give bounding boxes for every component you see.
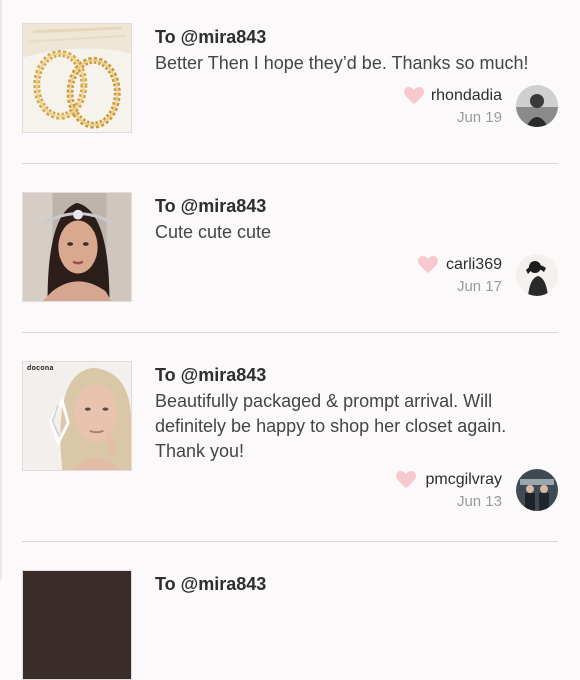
review-date: Jun 13: [456, 493, 502, 510]
review-comment: Cute cute cute: [155, 222, 272, 242]
review-date: Jun 19: [456, 109, 502, 126]
review-comment: Better Then I hope they’d be. Thanks so …: [155, 53, 529, 73]
heart-icon[interactable]: [396, 471, 416, 489]
listing-thumbnail[interactable]: docona: [22, 361, 132, 471]
reviewer-info: carli369 Jun 17: [298, 254, 558, 298]
reviewer-avatar[interactable]: [516, 469, 558, 511]
reviewer-avatar[interactable]: [516, 254, 558, 296]
user-avatar-icon: [516, 469, 558, 511]
listing-thumbnail[interactable]: [22, 570, 132, 680]
review-item: docona To @mira843 Beautifully packaged …: [22, 361, 558, 521]
review-item: To @mira843: [22, 570, 558, 680]
review-body: To @mira843 Cute cute cute: [155, 192, 558, 245]
review-body: To @mira843: [155, 570, 558, 595]
review-divider: [22, 541, 558, 542]
heart-icon[interactable]: [404, 87, 424, 105]
review-recipient: To @mira843: [155, 574, 267, 594]
page-left-border: [0, 0, 2, 580]
reviewer-username[interactable]: pmcgilvray: [426, 471, 502, 489]
user-avatar-icon: [516, 85, 558, 127]
heart-icon[interactable]: [418, 256, 438, 274]
earring-model-photo: [23, 362, 131, 470]
reviewer-username[interactable]: carli369: [446, 256, 502, 274]
review-divider: [22, 332, 558, 333]
user-avatar-icon: [516, 254, 558, 296]
gold-hoop-earrings-photo: [23, 24, 131, 132]
review-comment: Beautifully packaged & prompt arrival. W…: [155, 391, 507, 461]
head-jewelry-model-photo: [23, 193, 131, 301]
reviewer-info: rhondadia Jun 19: [298, 85, 558, 129]
review-body: To @mira843 Beautifully packaged & promp…: [155, 361, 558, 464]
review-date: Jun 17: [456, 278, 502, 295]
reviewer-username[interactable]: rhondadia: [431, 87, 502, 105]
reviewer-info: pmcgilvray Jun 13: [298, 469, 558, 513]
review-item: To @mira843 Better Then I hope they’d be…: [22, 23, 558, 153]
reviewer-avatar[interactable]: [516, 85, 558, 127]
review-item: To @mira843 Cute cute cute carli369 Jun …: [22, 192, 558, 322]
thumbnail-brand-tag: docona: [27, 365, 54, 372]
listing-thumbnail[interactable]: [22, 192, 132, 302]
review-recipient: To @mira843: [155, 27, 267, 47]
listing-thumbnail[interactable]: [22, 23, 132, 133]
review-body: To @mira843 Better Then I hope they’d be…: [155, 23, 558, 76]
review-recipient: To @mira843: [155, 196, 267, 216]
review-divider: [22, 163, 558, 164]
review-recipient: To @mira843: [155, 365, 267, 385]
